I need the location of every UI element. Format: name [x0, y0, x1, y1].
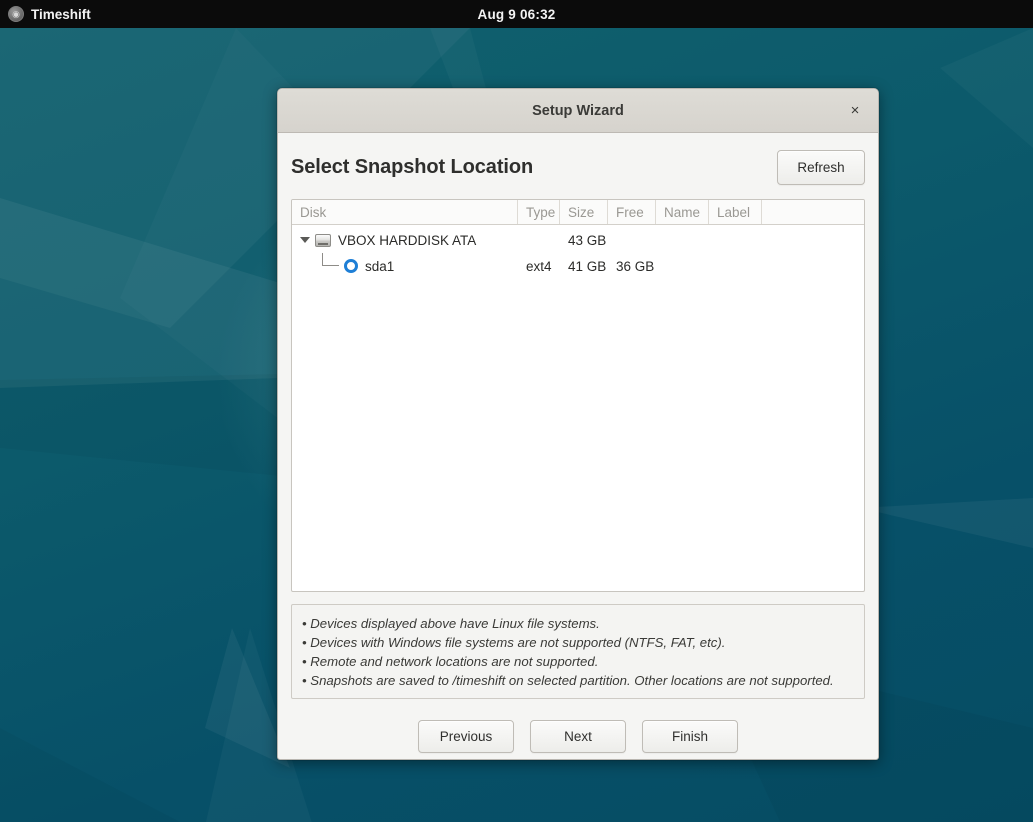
cell-name — [656, 227, 709, 253]
column-header-name[interactable]: Name — [656, 200, 709, 224]
chevron-down-icon[interactable] — [300, 237, 310, 243]
app-name-label: Timeshift — [31, 6, 91, 22]
info-note: • Devices with Windows file systems are … — [302, 635, 726, 650]
tree-elbow-line — [316, 253, 344, 279]
snapshot-location-treeview[interactable]: Disk Type Size Free Name Label VBOX HARD — [291, 199, 865, 592]
dialog-title: Setup Wizard — [532, 102, 624, 119]
table-row[interactable]: sda1 ext4 41 GB 36 GB — [292, 253, 864, 279]
hard-disk-icon — [315, 233, 331, 247]
desktop: ◉ Timeshift Aug 9 06:32 Setup Wizard × S… — [0, 0, 1033, 822]
info-note: • Snapshots are saved to /timeshift on s… — [302, 673, 834, 688]
cell-type: ext4 — [526, 258, 552, 274]
cell-free — [608, 227, 656, 253]
cell-spacer — [762, 227, 864, 253]
clock-label[interactable]: Aug 9 06:32 — [0, 7, 1033, 22]
cell-name — [656, 253, 709, 279]
cell-free: 36 GB — [616, 258, 655, 274]
column-header-label[interactable]: Label — [709, 200, 762, 224]
cell-size: 43 GB — [568, 232, 607, 248]
cell-spacer — [762, 253, 864, 279]
row-disk-label: sda1 — [365, 258, 395, 274]
treeview-rows: VBOX HARDDISK ATA 43 GB sda1 ext4 41 GB … — [292, 225, 864, 591]
timeshift-app-icon: ◉ — [8, 6, 24, 22]
column-header-free[interactable]: Free — [608, 200, 656, 224]
refresh-button[interactable]: Refresh — [777, 149, 865, 185]
cell-size: 41 GB — [568, 258, 607, 274]
dialog-titlebar[interactable]: Setup Wizard × — [278, 89, 878, 133]
column-header-disk[interactable]: Disk — [292, 200, 518, 224]
top-panel-app-area[interactable]: ◉ Timeshift — [0, 6, 91, 22]
table-row[interactable]: VBOX HARDDISK ATA 43 GB — [292, 227, 864, 253]
top-panel: ◉ Timeshift Aug 9 06:32 — [0, 0, 1033, 28]
treeview-header: Disk Type Size Free Name Label — [292, 200, 864, 225]
info-note: • Devices displayed above have Linux fil… — [302, 616, 600, 631]
column-header-size[interactable]: Size — [560, 200, 608, 224]
cell-type — [518, 227, 560, 253]
cell-label — [709, 227, 762, 253]
cell-label — [709, 253, 762, 279]
next-button[interactable]: Next — [530, 719, 626, 753]
cell-disk: VBOX HARDDISK ATA — [292, 227, 518, 253]
previous-button[interactable]: Previous — [418, 719, 514, 753]
setup-wizard-dialog: Setup Wizard × Select Snapshot Location … — [277, 88, 879, 760]
info-notes-box: • Devices displayed above have Linux fil… — [291, 604, 865, 699]
radio-selected-icon[interactable] — [344, 259, 358, 273]
info-note: • Remote and network locations are not s… — [302, 654, 599, 669]
close-icon[interactable]: × — [842, 98, 868, 124]
dialog-content: Select Snapshot Location Refresh Disk Ty… — [278, 133, 878, 759]
column-header-spacer — [762, 200, 864, 224]
column-header-type[interactable]: Type — [518, 200, 560, 224]
row-disk-label: VBOX HARDDISK ATA — [338, 232, 477, 248]
finish-button[interactable]: Finish — [642, 719, 738, 753]
dialog-footer: Previous Next Finish — [291, 699, 865, 759]
page-header: Select Snapshot Location Refresh — [291, 147, 865, 187]
cell-disk: sda1 — [292, 253, 518, 279]
page-title: Select Snapshot Location — [291, 155, 534, 178]
